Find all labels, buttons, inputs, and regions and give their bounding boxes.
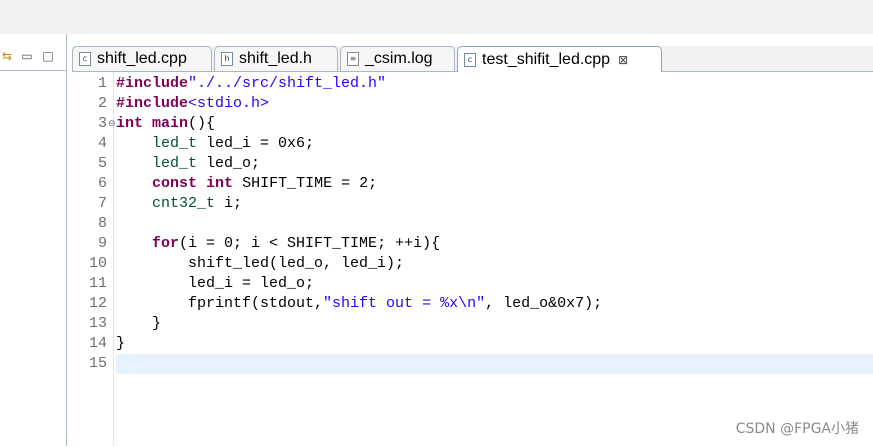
code-token: led_o; <box>197 155 261 172</box>
code-token: const <box>152 175 198 192</box>
code-line: fprintf(stdout,"shift out = %x\n", led_o… <box>116 294 602 314</box>
line-number: 10 <box>88 255 107 272</box>
tab-shift-led-cpp[interactable]: c shift_led.cpp <box>72 46 212 71</box>
code-token: int <box>206 175 234 192</box>
line-number: 5 <box>97 155 107 172</box>
code-token: (i = 0; i < SHIFT_TIME; ++i){ <box>179 235 441 252</box>
tab-label: _csim.log <box>365 50 433 67</box>
c-source-file-icon: c <box>464 52 476 67</box>
code-token: led_t <box>152 155 198 172</box>
code-line: #include<stdio.h> <box>116 94 269 114</box>
code-line: const int SHIFT_TIME = 2; <box>116 174 377 194</box>
code-token: } <box>116 315 162 332</box>
code-token: "shift out = %x\n" <box>323 295 486 312</box>
code-line: for(i = 0; i < SHIFT_TIME; ++i){ <box>116 234 440 254</box>
code-line: } <box>116 314 161 334</box>
tab-label: test_shifit_led.cpp <box>482 50 611 68</box>
line-number: 11 <box>88 275 107 292</box>
code-line: cnt32_t i; <box>116 194 242 214</box>
code-token: "./../src/shift_led.h" <box>188 75 387 92</box>
code-token: fprintf(stdout, <box>116 295 324 312</box>
code-token: for <box>152 235 180 252</box>
code-token: led_i = led_o; <box>116 275 315 292</box>
code-token: led_i = 0x6; <box>197 135 315 152</box>
line-number: 9 <box>97 235 107 252</box>
left-view-content <box>0 70 66 447</box>
code-token: #include <box>116 75 189 92</box>
code-token: <stdio.h> <box>188 95 270 112</box>
code-line: led_t led_o; <box>116 154 260 174</box>
line-number: 1 <box>97 75 107 92</box>
sync-icon[interactable]: ⇆ <box>0 49 14 63</box>
maximize-icon[interactable]: □ <box>41 49 55 63</box>
code-line: led_i = led_o; <box>116 274 314 294</box>
code-token: SHIFT_TIME = 2; <box>233 175 378 192</box>
editor-tab-bar: c shift_led.cpp h shift_led.h ≡ _csim.lo… <box>72 46 873 72</box>
watermark: CSDN @FPGA小猪 <box>735 421 859 437</box>
line-number: 12 <box>88 295 107 312</box>
line-number: 4 <box>97 135 107 152</box>
tab-label: shift_led.h <box>239 50 312 67</box>
line-number: 2 <box>97 95 107 112</box>
line-number: 13 <box>88 315 107 332</box>
code-token: #include <box>116 95 189 112</box>
h-header-file-icon: h <box>221 52 233 66</box>
editor-gutter <box>72 72 87 446</box>
line-number-ruler: 1 2 3 ⊖ 4 5 6 7 8 9 10 11 12 13 14 15 <box>86 72 116 446</box>
line-number: 3 <box>97 115 107 132</box>
code-token: main <box>152 115 189 132</box>
editor-area: c shift_led.cpp h shift_led.h ≡ _csim.lo… <box>72 46 873 446</box>
code-token: i; <box>215 195 243 212</box>
tab-csim-log[interactable]: ≡ _csim.log <box>340 46 455 71</box>
code-line: #include"./../src/shift_led.h" <box>116 74 386 94</box>
line-number: 6 <box>97 175 107 192</box>
code-token: cnt32_t <box>152 195 216 212</box>
tab-test-shifit-led-cpp[interactable]: c test_shifit_led.cpp ⊠ <box>457 46 662 72</box>
line-number: 7 <box>97 195 107 212</box>
code-token: } <box>116 335 126 352</box>
code-token: , led_o&0x7); <box>485 295 603 312</box>
left-view-toolbar: ⇆ ▭ □ <box>0 46 66 70</box>
code-token: (){ <box>188 115 216 132</box>
close-icon[interactable]: ⊠ <box>618 53 628 67</box>
fold-collapse-icon[interactable]: ⊖ <box>108 114 116 134</box>
code-token: led_t <box>152 135 198 152</box>
minimize-icon[interactable]: ▭ <box>20 49 34 63</box>
tab-shift-led-h[interactable]: h shift_led.h <box>214 46 338 71</box>
code-line: int main(){ <box>116 114 215 134</box>
window-top-bar <box>0 0 873 34</box>
code-line: shift_led(led_o, led_i); <box>116 254 404 274</box>
log-file-icon: ≡ <box>347 52 359 66</box>
code-token: int <box>116 115 144 132</box>
code-editor[interactable]: #include"./../src/shift_led.h" #include<s… <box>116 72 873 446</box>
code-token: shift_led(led_o, led_i); <box>116 255 405 272</box>
line-number: 8 <box>97 215 107 232</box>
code-line: } <box>116 334 125 354</box>
tab-label: shift_led.cpp <box>97 50 187 67</box>
line-number: 14 <box>88 335 107 352</box>
code-line: led_t led_i = 0x6; <box>116 134 314 154</box>
line-number: 15 <box>88 355 107 372</box>
c-source-file-icon: c <box>79 52 91 66</box>
